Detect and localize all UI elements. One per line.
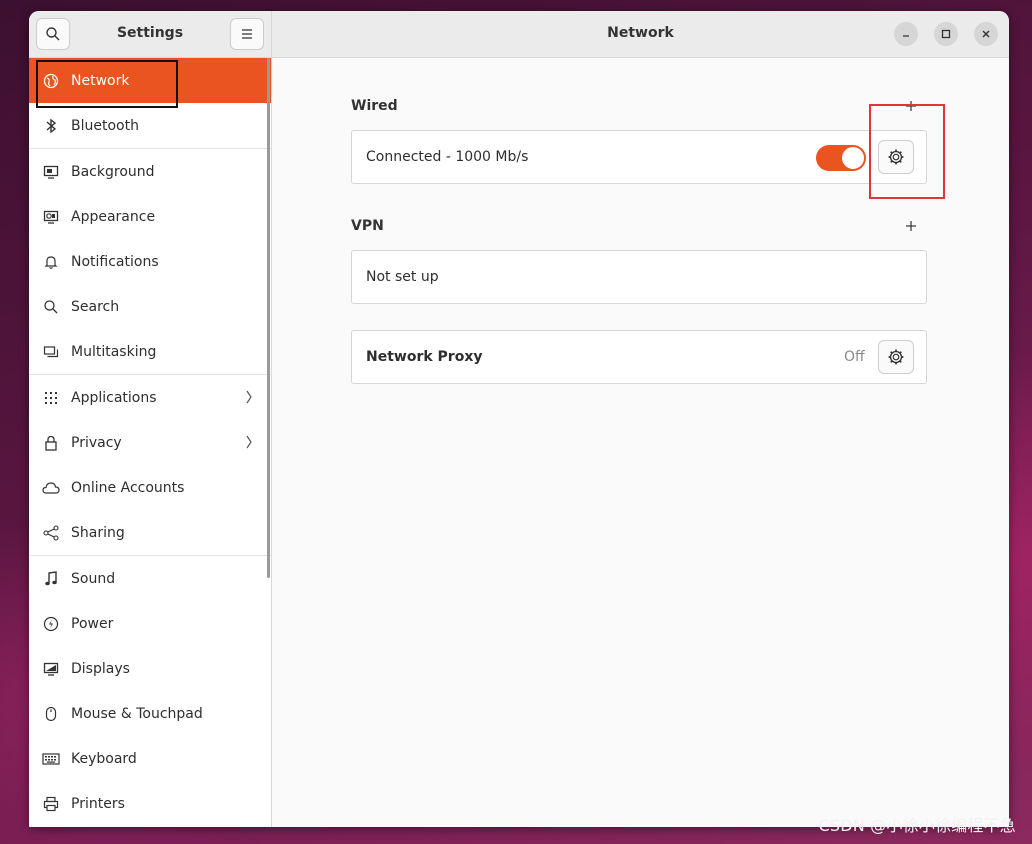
close-icon: [982, 30, 990, 38]
proxy-settings-button[interactable]: [878, 340, 914, 374]
sidebar-item-bluetooth[interactable]: Bluetooth: [29, 103, 271, 148]
settings-window: Settings Network Bluetooth Background Ap…: [29, 11, 1009, 827]
multitasking-icon: [41, 342, 61, 362]
sidebar-item-label: Multitasking: [71, 343, 157, 360]
sidebar-item-label: Keyboard: [71, 750, 137, 767]
close-button[interactable]: [974, 22, 998, 46]
wired-section-title: Wired: [351, 98, 398, 114]
network-proxy-row[interactable]: Network Proxy Off: [351, 330, 927, 384]
chevron-right-icon: [245, 389, 253, 409]
maximize-button[interactable]: [934, 22, 958, 46]
sidebar-scrollbar[interactable]: [267, 58, 270, 578]
sidebar-item-label: Sharing: [71, 524, 125, 541]
sidebar-item-label: Printers: [71, 795, 125, 812]
sidebar-item-label: Applications: [71, 389, 157, 406]
network-proxy-label: Network Proxy: [366, 349, 483, 365]
annotation-focus-box: [36, 60, 178, 108]
vpn-section-title: VPN: [351, 218, 384, 234]
minimize-button[interactable]: [894, 22, 918, 46]
hamburger-menu-icon: [242, 29, 252, 39]
sidebar-item-label: Background: [71, 163, 155, 180]
add-vpn-button[interactable]: [903, 218, 919, 234]
printer-icon: [41, 794, 61, 814]
sidebar-item-sound[interactable]: Sound: [29, 556, 271, 601]
sidebar-item-keyboard[interactable]: Keyboard: [29, 736, 271, 781]
watermark: CSDN @小徐小徐编程不急: [818, 816, 1016, 835]
wired-toggle[interactable]: [816, 145, 866, 171]
annotation-highlight-box: [869, 104, 945, 199]
sidebar-item-label: Bluetooth: [71, 117, 139, 134]
sidebar-list: Network Bluetooth Background Appearance …: [29, 58, 271, 826]
vpn-row: Not set up: [351, 250, 927, 304]
bell-icon: [41, 252, 61, 272]
sidebar-item-label: Online Accounts: [71, 479, 185, 496]
maximize-icon: [941, 29, 951, 39]
sidebar-item-label: Mouse & Touchpad: [71, 705, 203, 722]
sidebar-item-online-accounts[interactable]: Online Accounts: [29, 465, 271, 510]
keyboard-icon: [41, 749, 61, 769]
sidebar-item-label: Power: [71, 615, 114, 632]
sidebar-item-background[interactable]: Background: [29, 149, 271, 194]
sidebar-header: Settings: [29, 11, 271, 58]
sidebar-item-label: Search: [71, 298, 120, 315]
plus-icon: [906, 221, 916, 231]
toggle-knob: [842, 147, 864, 169]
monitor-icon: [41, 162, 61, 182]
sidebar-item-appearance[interactable]: Appearance: [29, 194, 271, 239]
sidebar-item-sharing[interactable]: Sharing: [29, 510, 271, 555]
grid-icon: [41, 388, 61, 408]
sidebar: Settings Network Bluetooth Background Ap…: [29, 11, 272, 827]
power-icon: [41, 614, 61, 634]
sidebar-item-label: Sound: [71, 570, 116, 587]
vpn-status: Not set up: [366, 269, 439, 285]
display-icon: [41, 659, 61, 679]
sidebar-item-power[interactable]: Power: [29, 601, 271, 646]
wired-connection-row: Connected - 1000 Mb/s: [351, 130, 927, 184]
sidebar-item-displays[interactable]: Displays: [29, 646, 271, 691]
bluetooth-icon: [41, 116, 61, 136]
lock-icon: [41, 433, 61, 453]
sidebar-item-multitasking[interactable]: Multitasking: [29, 329, 271, 374]
mouse-icon: [41, 704, 61, 724]
wired-status: Connected - 1000 Mb/s: [366, 149, 529, 165]
minimize-icon: [903, 35, 909, 37]
menu-button[interactable]: [230, 18, 264, 50]
sidebar-item-printers[interactable]: Printers: [29, 781, 271, 826]
sidebar-item-label: Privacy: [71, 434, 122, 451]
chevron-right-icon: [245, 434, 253, 454]
sidebar-item-label: Displays: [71, 660, 130, 677]
share-icon: [41, 523, 61, 543]
sidebar-item-applications[interactable]: Applications: [29, 375, 271, 420]
sidebar-item-label: Appearance: [71, 208, 156, 225]
search-icon: [41, 297, 61, 317]
sidebar-item-search[interactable]: Search: [29, 284, 271, 329]
sidebar-item-notifications[interactable]: Notifications: [29, 239, 271, 284]
sidebar-item-mouse-touchpad[interactable]: Mouse & Touchpad: [29, 691, 271, 736]
music-note-icon: [41, 569, 61, 589]
gear-icon: [888, 349, 904, 365]
network-proxy-state: Off: [844, 349, 865, 365]
sidebar-item-privacy[interactable]: Privacy: [29, 420, 271, 465]
sidebar-item-label: Notifications: [71, 253, 159, 270]
main-panel: Network Wired Connected - 1000 Mb/s VPN: [272, 11, 1009, 827]
main-header: Network: [272, 11, 1009, 58]
appearance-icon: [41, 207, 61, 227]
cloud-icon: [41, 478, 61, 498]
